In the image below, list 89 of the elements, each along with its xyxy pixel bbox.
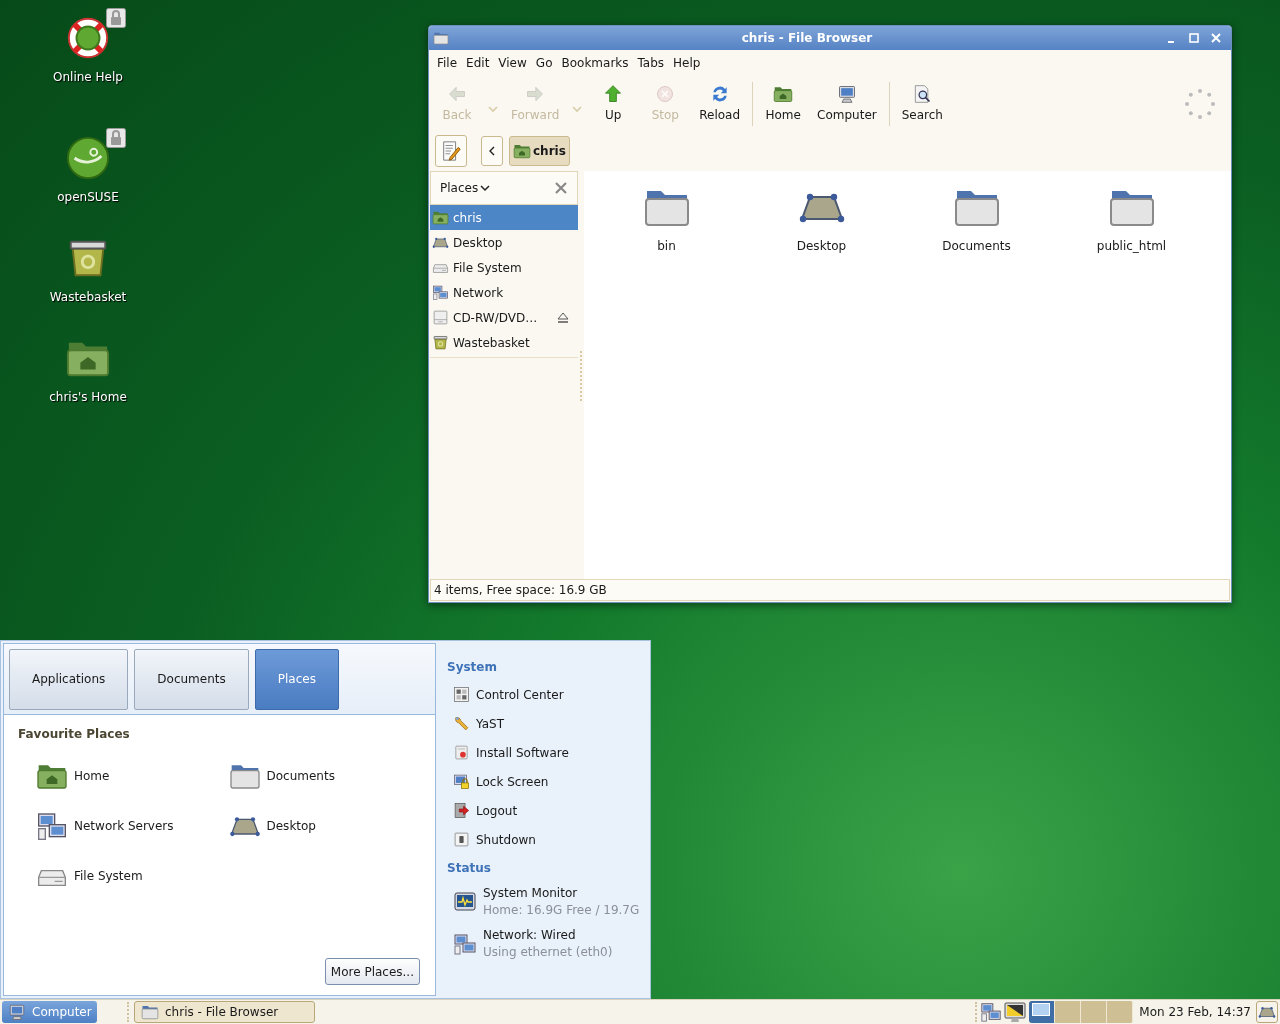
place-link[interactable]: Desktop [228, 809, 421, 843]
toolbar-button[interactable]: Computer [809, 78, 885, 129]
menu-item[interactable]: Logout [447, 800, 650, 821]
networked-computers-icon [432, 284, 449, 301]
directory-entry[interactable]: bin [589, 183, 744, 255]
exit-door-icon [453, 802, 470, 819]
place-link[interactable]: File System [36, 859, 229, 893]
sidebar-item[interactable]: Desktop [430, 230, 578, 255]
menu-item[interactable]: Tabs [633, 54, 669, 72]
wrench-icon [453, 715, 470, 732]
place-link[interactable]: Network Servers [36, 809, 229, 843]
eject-icon[interactable] [556, 310, 570, 325]
menu-item[interactable]: Install Software [447, 742, 650, 763]
menu-item[interactable]: Edit [462, 54, 494, 72]
home-folder-icon [432, 209, 449, 226]
control-panel-icon [453, 686, 470, 703]
wastebasket-icon [432, 334, 449, 351]
directory-entry[interactable]: Documents [899, 183, 1054, 255]
sidebar-item[interactable]: chris [430, 205, 578, 230]
window-title: chris - File Browser [740, 30, 874, 47]
directory-entry[interactable]: public_html [1054, 183, 1209, 255]
edit-location-button[interactable] [435, 135, 467, 167]
lock-screen-icon [453, 773, 470, 790]
logo-icon [65, 135, 111, 181]
path-back-button[interactable] [481, 136, 503, 166]
package-icon [453, 744, 470, 761]
desktop-icon-label[interactable]: openSUSE [57, 188, 119, 206]
workspace[interactable] [1029, 1001, 1056, 1023]
sidebar-item[interactable]: File System [430, 255, 578, 280]
status-item[interactable]: System Monitor Home: 16.9G Free / 19.7G [447, 885, 650, 919]
desktop-icon-label[interactable]: Wastebasket [49, 288, 127, 306]
directory-entry[interactable]: Desktop [744, 183, 899, 255]
optical-drive-icon [432, 309, 449, 326]
throbber-icon [1183, 86, 1217, 121]
place-link[interactable]: Documents [228, 759, 421, 793]
desktop-icon-label[interactable]: chris's Home [49, 388, 127, 406]
menu-item[interactable]: Go [531, 54, 557, 72]
show-desktop-button[interactable] [1256, 1001, 1278, 1023]
stop-icon [655, 83, 676, 104]
tab[interactable]: Documents [134, 648, 249, 710]
taskbar-window-button[interactable]: chris - File Browser [134, 1001, 315, 1023]
toolbar-button[interactable]: Up [587, 78, 640, 129]
toolbar-button[interactable]: Home [757, 78, 810, 129]
folder-icon [433, 30, 449, 46]
chevron-down-icon [480, 183, 491, 193]
menu-item[interactable]: View [494, 54, 531, 72]
close-sidebar-button[interactable] [554, 181, 568, 195]
sidebar-item[interactable]: Wastebasket [430, 330, 578, 355]
toolbar-button[interactable]: Reload [691, 78, 749, 129]
search-icon [912, 83, 933, 104]
power-icon [453, 831, 470, 848]
path-button[interactable]: chris [509, 136, 570, 166]
maximize-button[interactable] [1187, 31, 1201, 45]
workspace-switcher[interactable] [1029, 1001, 1134, 1023]
display-settings-icon [1003, 1000, 1028, 1024]
menu-item[interactable]: Bookmarks [557, 54, 633, 72]
up-arrow-icon [603, 83, 624, 104]
clock[interactable]: Mon 23 Feb, 14:37 [1139, 1003, 1251, 1021]
menu-item[interactable]: Shutdown [447, 829, 650, 850]
tab[interactable]: Applications [9, 648, 129, 710]
computer-icon [8, 1003, 26, 1021]
menu-item[interactable]: Lock Screen [447, 771, 650, 792]
more-places-button[interactable]: More Places... [324, 958, 420, 985]
sidebar-item[interactable]: CD-RW/DVD… [430, 305, 578, 330]
networked-computers-icon [36, 810, 68, 842]
menu-item[interactable]: Help [669, 54, 705, 72]
section-heading: Status [447, 860, 492, 877]
computer-icon [836, 83, 857, 104]
toolbar-button[interactable]: Search [893, 78, 951, 129]
notepad-pencil-icon [440, 140, 462, 162]
place-link[interactable]: Home [36, 759, 229, 793]
section-heading: System [447, 659, 498, 676]
places-dropdown[interactable]: Places [440, 179, 491, 197]
status-bar: 4 items, Free space: 16.9 GB [430, 579, 1230, 601]
section-heading: Favourite Places [18, 726, 131, 743]
home-folder-icon [513, 142, 531, 160]
networked-computers-icon [453, 932, 477, 956]
menu-item[interactable]: YaST [447, 713, 650, 734]
desktop-icon-label[interactable]: Online Help [53, 68, 123, 86]
system-monitor-icon [453, 890, 477, 914]
sidebar-item[interactable]: Network [430, 280, 578, 305]
menu-item[interactable]: Control Center [447, 684, 650, 705]
status-item[interactable]: Network: Wired Using ethernet (eth0) [447, 927, 650, 961]
close-button[interactable] [1209, 31, 1223, 45]
lifebuoy-icon [65, 15, 111, 61]
menu-item[interactable]: File [433, 54, 462, 72]
folder-icon [141, 1003, 159, 1021]
chevron-left-icon [487, 146, 497, 156]
window-thumbnail [1032, 1003, 1051, 1016]
